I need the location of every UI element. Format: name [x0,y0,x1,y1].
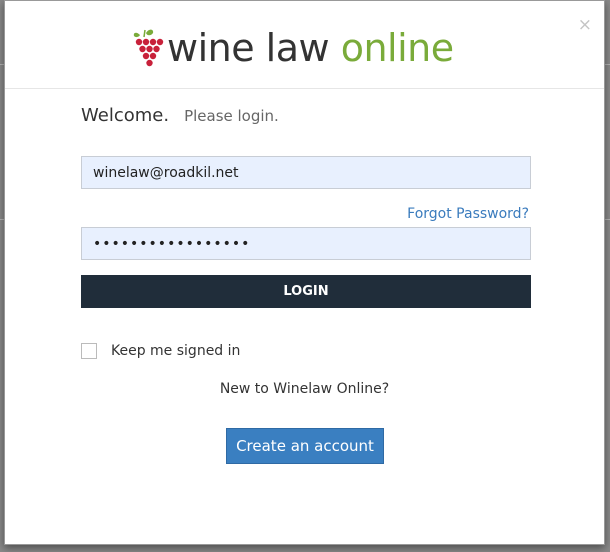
email-field[interactable] [81,156,531,189]
forgot-password-link[interactable]: Forgot Password? [407,206,529,222]
signup-prompt: New to Winelaw Online? [219,381,390,397]
logo-text: wine law online [167,26,454,70]
close-icon[interactable]: × [578,15,592,35]
wine-law-online-logo: wine law online [131,26,454,70]
keep-signed-in-row: Keep me signed in [81,343,240,359]
create-account-button[interactable]: Create an account [226,428,384,464]
dialog-header: wine law online × [5,1,604,89]
welcome-text: Welcome. [81,105,170,126]
login-button[interactable]: LOGIN [81,275,531,308]
keep-signed-in-label[interactable]: Keep me signed in [111,343,240,359]
password-field[interactable] [81,227,531,260]
keep-signed-in-checkbox[interactable] [81,343,97,359]
logo-text-dark: wine law [167,26,330,70]
grape-cluster-icon [133,29,164,67]
login-dialog: wine law online × Welcome. Please login.… [4,0,605,545]
logo-text-green: online [340,26,454,70]
please-login-text: Please login. [184,107,279,125]
welcome-heading: Welcome. Please login. [81,105,279,126]
